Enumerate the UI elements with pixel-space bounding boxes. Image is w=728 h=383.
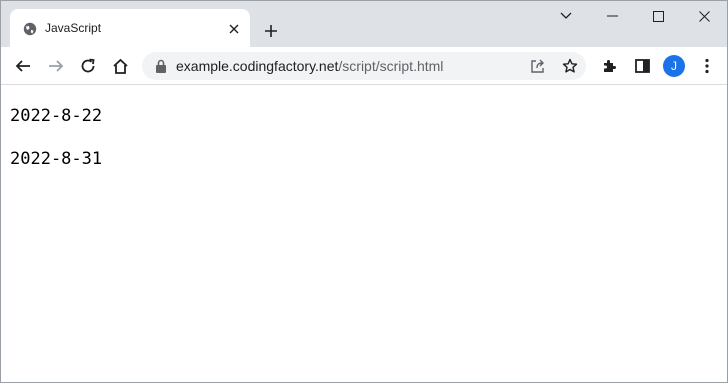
tab-search-chevron-icon[interactable] bbox=[543, 1, 589, 31]
output-line-1: 2022-8-22 bbox=[10, 106, 103, 126]
url-path: /script/script.html bbox=[338, 58, 444, 74]
address-bar[interactable]: example.codingfactory.net/script/script.… bbox=[142, 52, 586, 80]
browser-window: JavaScript example.codingfactory.net/scr… bbox=[0, 0, 728, 383]
extensions-icon[interactable] bbox=[595, 52, 623, 80]
close-tab-icon[interactable] bbox=[226, 21, 242, 37]
side-panel-icon[interactable] bbox=[628, 52, 656, 80]
url-text[interactable]: example.codingfactory.net/script/script.… bbox=[176, 58, 443, 74]
share-icon[interactable] bbox=[528, 56, 548, 76]
tab-strip: JavaScript bbox=[1, 1, 727, 47]
lock-icon[interactable] bbox=[155, 59, 167, 73]
close-window-icon[interactable] bbox=[681, 1, 727, 31]
maximize-icon[interactable] bbox=[635, 1, 681, 31]
minimize-icon[interactable] bbox=[589, 1, 635, 31]
forward-arrow-icon[interactable] bbox=[42, 52, 70, 80]
globe-icon bbox=[23, 22, 37, 36]
profile-avatar[interactable]: J bbox=[663, 55, 685, 77]
new-tab-icon[interactable] bbox=[259, 19, 283, 43]
bookmark-star-icon[interactable] bbox=[560, 56, 580, 76]
url-domain: example.codingfactory.net bbox=[176, 58, 339, 74]
menu-kebab-icon[interactable] bbox=[693, 52, 721, 80]
tab-javascript[interactable]: JavaScript bbox=[10, 9, 250, 47]
home-icon[interactable] bbox=[106, 52, 134, 80]
toolbar: example.codingfactory.net/script/script.… bbox=[1, 47, 727, 85]
back-arrow-icon[interactable] bbox=[9, 52, 37, 80]
reload-icon[interactable] bbox=[74, 52, 102, 80]
output-line-2: 2022-8-31 bbox=[10, 149, 103, 169]
tab-title: JavaScript bbox=[45, 21, 102, 35]
page-content: 2022-8-22 2022-8-31 bbox=[1, 85, 727, 382]
